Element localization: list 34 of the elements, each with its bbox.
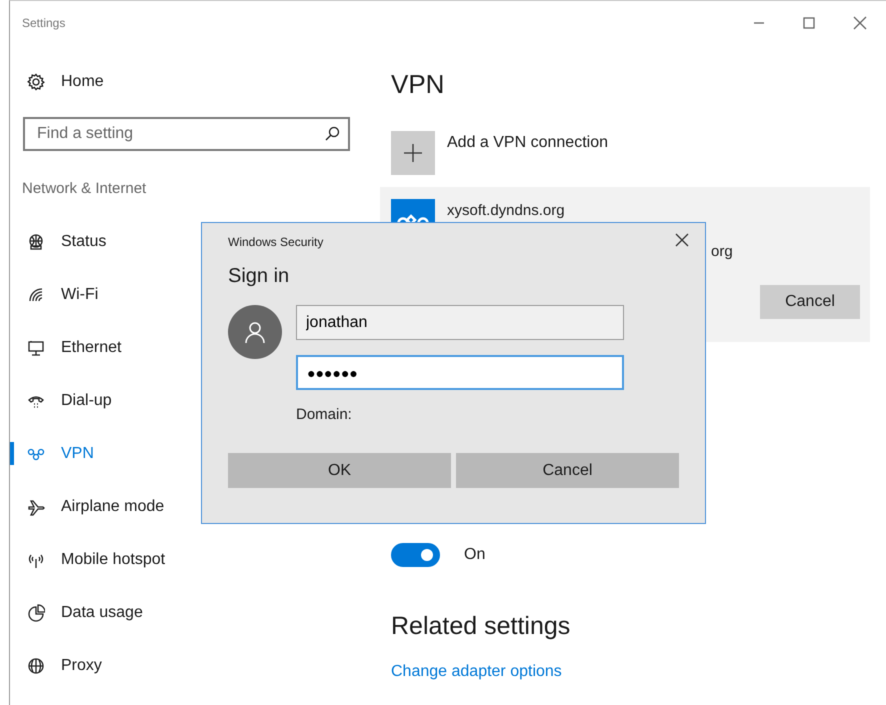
monitor-icon xyxy=(27,338,45,356)
window-title: Settings xyxy=(22,16,66,30)
section-heading: Related settings xyxy=(391,611,572,642)
cancel-button[interactable]: Cancel xyxy=(456,453,679,488)
page-title: VPN xyxy=(391,68,446,101)
globe-monitor-icon xyxy=(27,232,45,250)
ok-button[interactable]: OK xyxy=(228,453,451,488)
user-avatar-icon xyxy=(228,305,282,359)
search-field[interactable]: Find a setting xyxy=(23,117,350,151)
home-link[interactable]: Home xyxy=(10,63,380,101)
close-icon[interactable] xyxy=(675,232,689,246)
toggle-label: On xyxy=(464,546,486,564)
plus-icon xyxy=(402,142,424,164)
pie-chart-icon xyxy=(27,604,45,622)
connection-name: xysoft.dyndns.org xyxy=(447,202,565,219)
selection-bar xyxy=(10,442,14,465)
section-heading: Network & Internet xyxy=(22,179,148,199)
search-icon xyxy=(324,126,340,142)
cancel-button[interactable]: Cancel xyxy=(760,285,860,319)
dialog-heading: Sign in xyxy=(228,264,290,289)
password-field[interactable]: ●●●●●● xyxy=(296,355,624,390)
wifi-icon xyxy=(27,286,45,304)
settings-icon xyxy=(27,73,45,91)
nav-item[interactable]: Mobile hotspot xyxy=(10,533,380,586)
dialog-title: Windows Security xyxy=(228,235,324,249)
connection-detail: org xyxy=(711,243,734,262)
domain-label: Domain: xyxy=(296,406,353,424)
add-connection-label[interactable]: Add a VPN connection xyxy=(447,134,608,152)
adapter-options-link[interactable]: Change adapter options xyxy=(391,663,562,681)
nav-item[interactable]: Proxy xyxy=(10,639,380,692)
nav-item[interactable]: Data usage xyxy=(10,586,380,639)
toggle-switch[interactable] xyxy=(391,543,440,567)
airplane-icon xyxy=(27,498,45,516)
globe-icon xyxy=(27,656,45,674)
